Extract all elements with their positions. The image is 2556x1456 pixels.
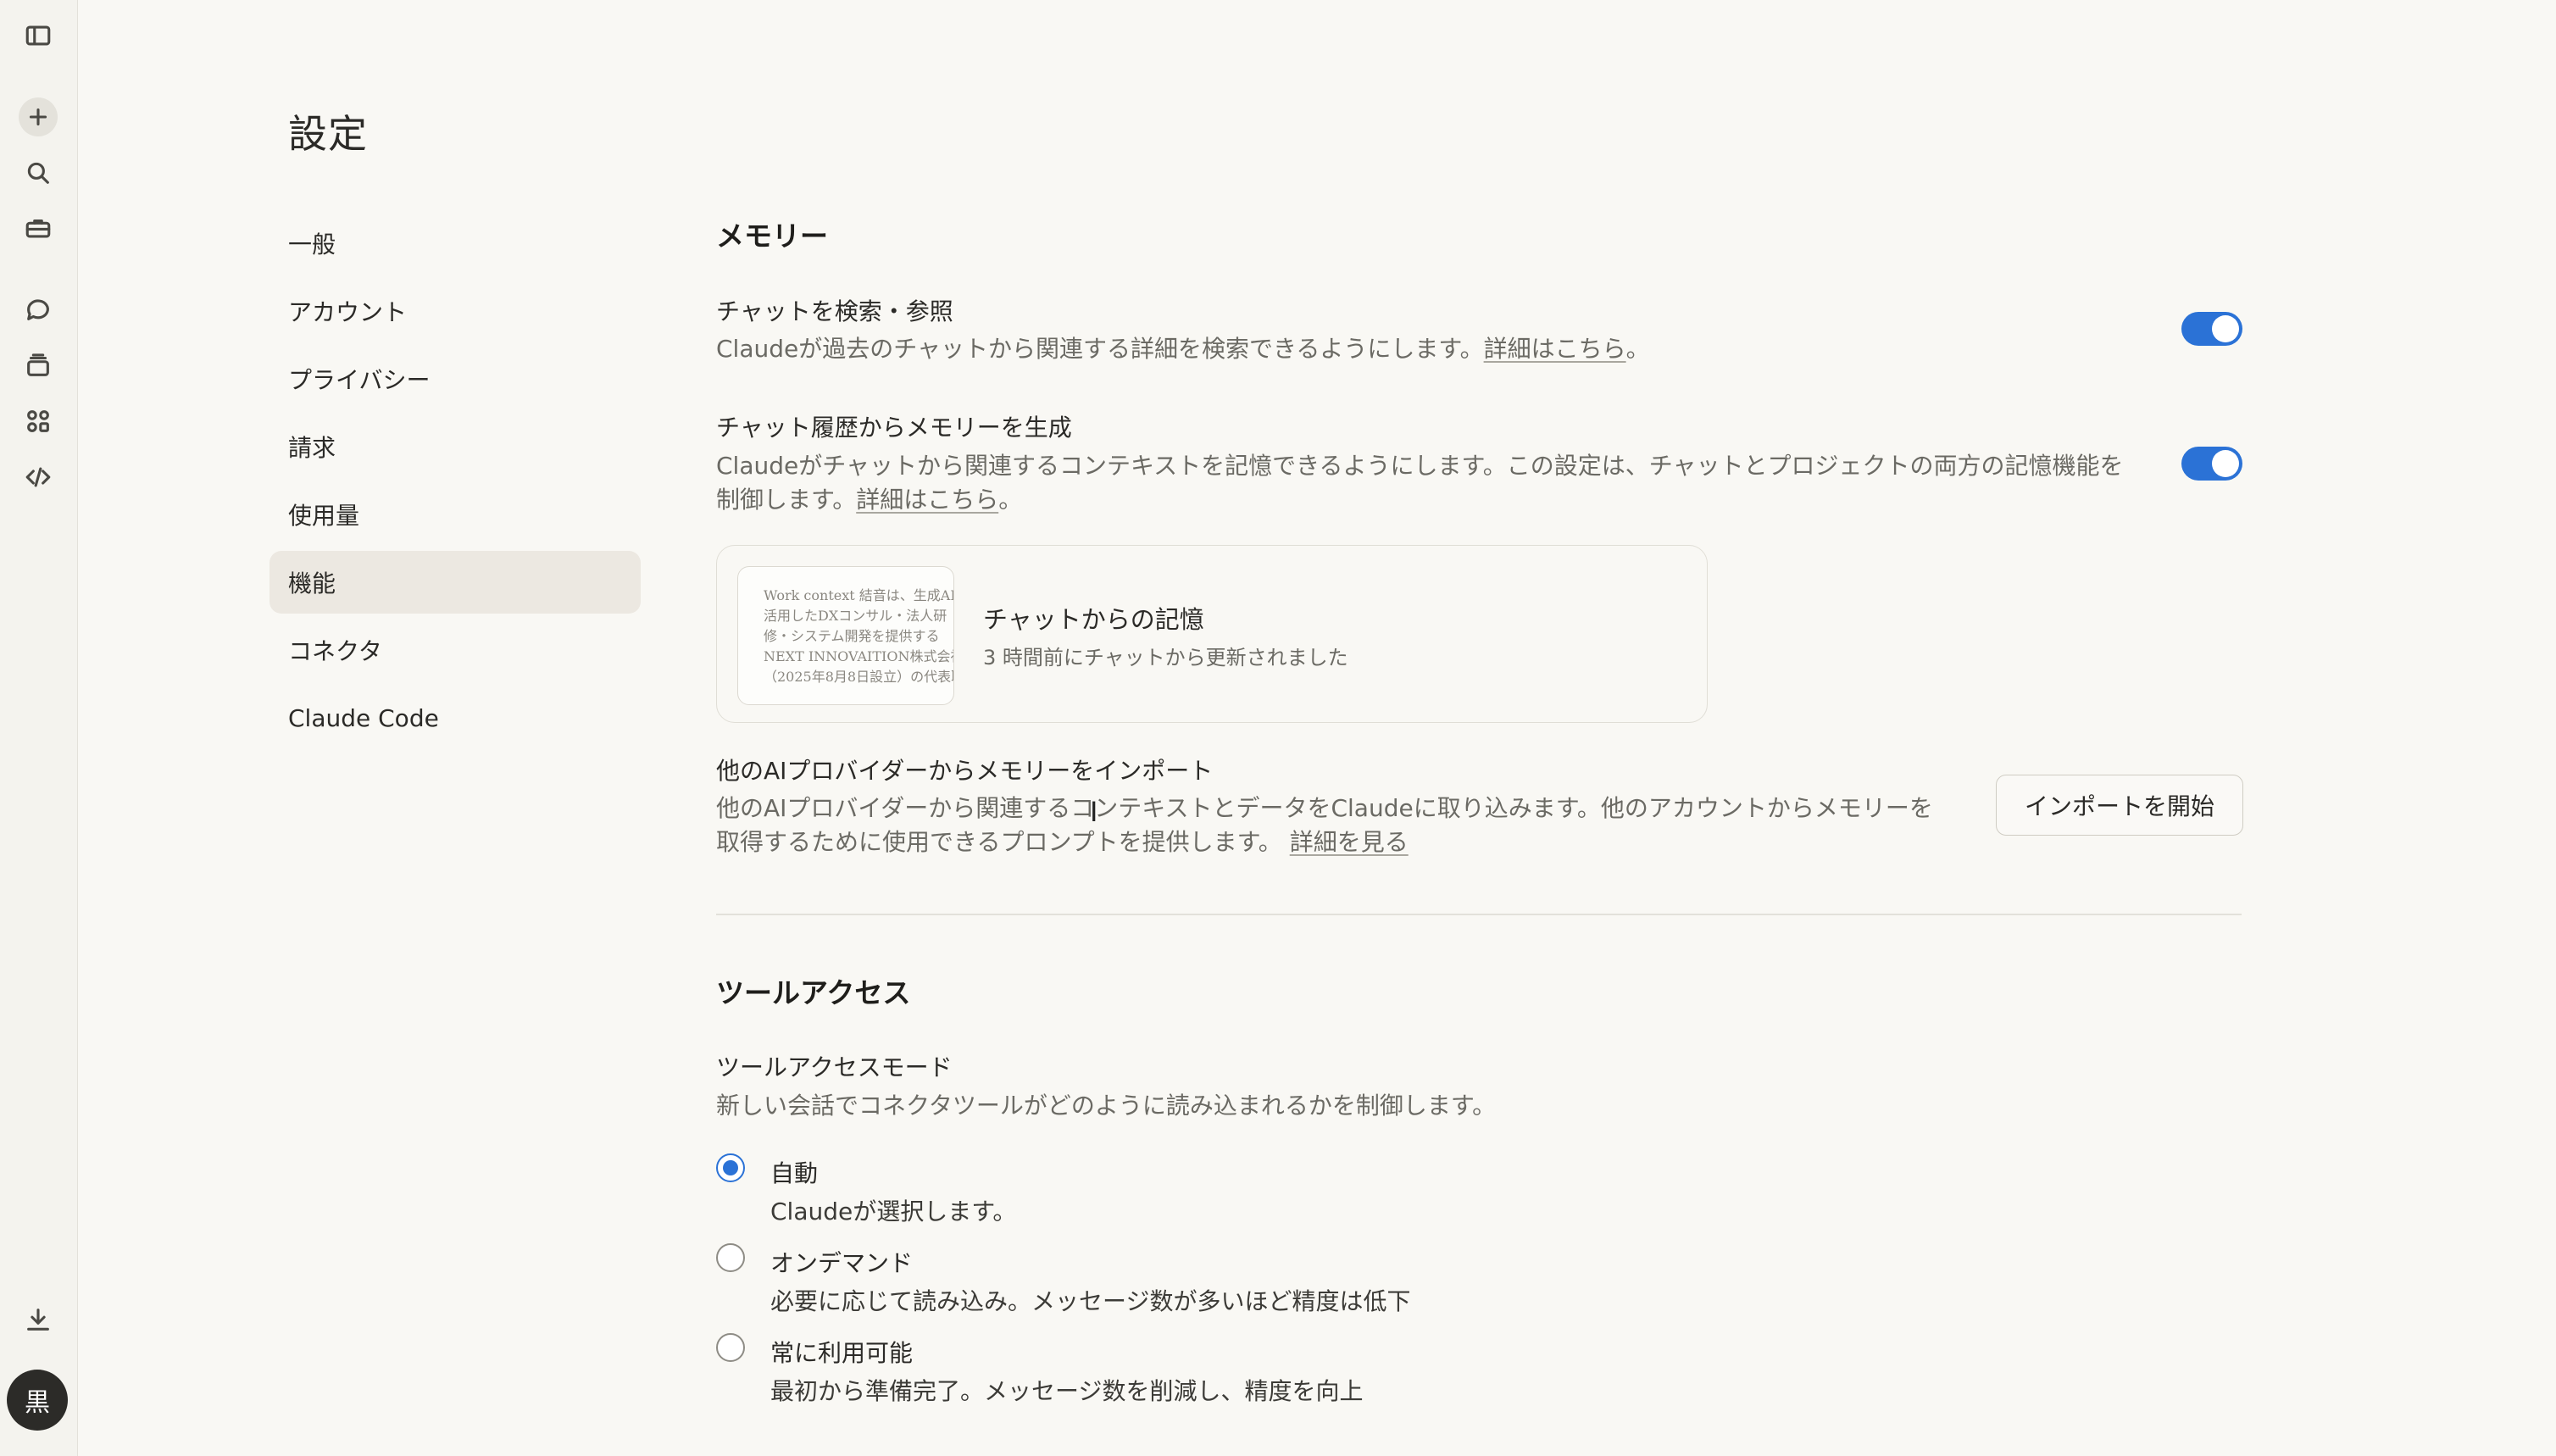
search-chats-toggle[interactable] <box>2181 312 2242 346</box>
option-on-demand-desc: 必要に応じて読み込み。メッセージ数が多いほど精度は低下 <box>770 1287 1411 1315</box>
option-always-available-desc: 最初から準備完了。メッセージ数を削減し、精度を向上 <box>770 1377 1364 1405</box>
search-chats-desc: Claudeが過去のチャットから関連する詳細を検索できるようにします。詳細はこち… <box>716 332 1650 366</box>
page-title: 設定 <box>288 111 368 157</box>
artifacts-icon[interactable] <box>19 402 58 441</box>
sidebar-toggle-icon[interactable] <box>19 16 58 55</box>
nav-item-claude-code[interactable]: Claude Code <box>269 686 641 749</box>
option-auto-desc: Claudeが選択します。 <box>770 1198 1017 1225</box>
memory-section-title: メモリー <box>716 220 828 253</box>
import-memory-title: 他のAIプロバイダーからメモリーをインポート <box>716 757 1214 785</box>
generate-memory-learn-more-link[interactable]: 詳細はこちら <box>856 486 998 514</box>
toggle-knob <box>2212 315 2239 342</box>
memory-from-chats-card[interactable]: Work context 結音は、生成AIを 活用したDXコンサル・法人研 修・… <box>716 545 1708 723</box>
generate-memory-title: チャット履歴からメモリーを生成 <box>716 414 1072 442</box>
generate-memory-desc-line2-wrap: 制御します。詳細はこちら。 <box>716 483 2123 517</box>
left-rail: 黒 <box>0 0 78 1456</box>
settings-nav: 一般 アカウント プライバシー 請求 使用量 機能 コネクタ Claude Co… <box>269 212 641 754</box>
toggle-knob <box>2212 450 2239 477</box>
generate-memory-desc: Claudeがチャットから関連するコンテキストを記憶できるようにします。この設定… <box>716 449 2123 517</box>
start-import-button[interactable]: インポートを開始 <box>1996 775 2243 836</box>
nav-item-general[interactable]: 一般 <box>269 212 641 275</box>
memory-card-subtitle: 3 時間前にチャットから更新されました <box>983 646 1348 670</box>
memory-preview-thumbnail: Work context 結音は、生成AIを 活用したDXコンサル・法人研 修・… <box>737 566 954 705</box>
toolbox-icon[interactable] <box>19 208 58 247</box>
tool-access-mode-title: ツールアクセスモード <box>716 1053 953 1081</box>
import-memory-desc-line1: 他のAIプロバイダーから関連するコンテキストとデータをClaudeに取り込みます… <box>716 794 1933 822</box>
radio-auto[interactable] <box>716 1153 745 1182</box>
generate-memory-desc-suffix: 。 <box>998 486 1023 514</box>
generate-memory-toggle[interactable] <box>2181 447 2242 481</box>
section-divider <box>716 914 2242 915</box>
nav-item-usage[interactable]: 使用量 <box>269 483 641 546</box>
tool-access-mode-desc: 新しい会話でコネクタツールがどのように読み込まれるかを制御します。 <box>716 1092 1497 1120</box>
search-chats-desc-text: Claudeが過去のチャットから関連する詳細を検索できるようにします。 <box>716 335 1484 363</box>
import-memory-desc: 他のAIプロバイダーから関連するコンテキストとデータをClaudeに取り込みます… <box>716 792 1933 859</box>
option-always-available-label[interactable]: 常に利用可能 <box>770 1335 913 1369</box>
download-icon[interactable] <box>19 1300 58 1339</box>
code-icon[interactable] <box>19 458 58 497</box>
text-cursor-icon: I <box>1090 796 1098 828</box>
nav-item-billing[interactable]: 請求 <box>269 415 641 478</box>
tool-access-section-title: ツールアクセス <box>716 976 911 1009</box>
import-memory-desc-line2-wrap: 取得するために使用できるプロンプトを提供します。 詳細を見る <box>716 825 1933 859</box>
search-chats-learn-more-link[interactable]: 詳細はこちら <box>1484 335 1626 363</box>
radio-on-demand[interactable] <box>716 1243 745 1272</box>
option-auto-label[interactable]: 自動 <box>770 1155 818 1189</box>
import-memory-desc-line2: 取得するために使用できるプロンプトを提供します。 <box>716 828 1282 856</box>
new-chat-icon[interactable] <box>19 97 58 136</box>
nav-item-features[interactable]: 機能 <box>269 551 641 614</box>
import-learn-more-link[interactable]: 詳細を見る <box>1290 828 1409 856</box>
generate-memory-desc-line1: Claudeがチャットから関連するコンテキストを記憶できるようにします。この設定… <box>716 452 2124 480</box>
search-chats-desc-suffix: 。 <box>1625 335 1650 363</box>
radio-always-available[interactable] <box>716 1333 745 1362</box>
nav-item-connectors[interactable]: コネクタ <box>269 619 641 681</box>
projects-icon[interactable] <box>19 346 58 385</box>
avatar[interactable]: 黒 <box>7 1370 68 1431</box>
nav-item-privacy[interactable]: プライバシー <box>269 347 641 410</box>
search-chats-title: チャットを検索・参照 <box>716 297 953 325</box>
generate-memory-desc-line2: 制御します。 <box>716 486 857 514</box>
search-icon[interactable] <box>19 153 58 192</box>
chats-icon[interactable] <box>19 290 58 329</box>
nav-item-account[interactable]: アカウント <box>269 280 641 342</box>
option-on-demand-label[interactable]: オンデマンド <box>770 1245 913 1279</box>
memory-card-title: チャットからの記憶 <box>983 605 1204 634</box>
